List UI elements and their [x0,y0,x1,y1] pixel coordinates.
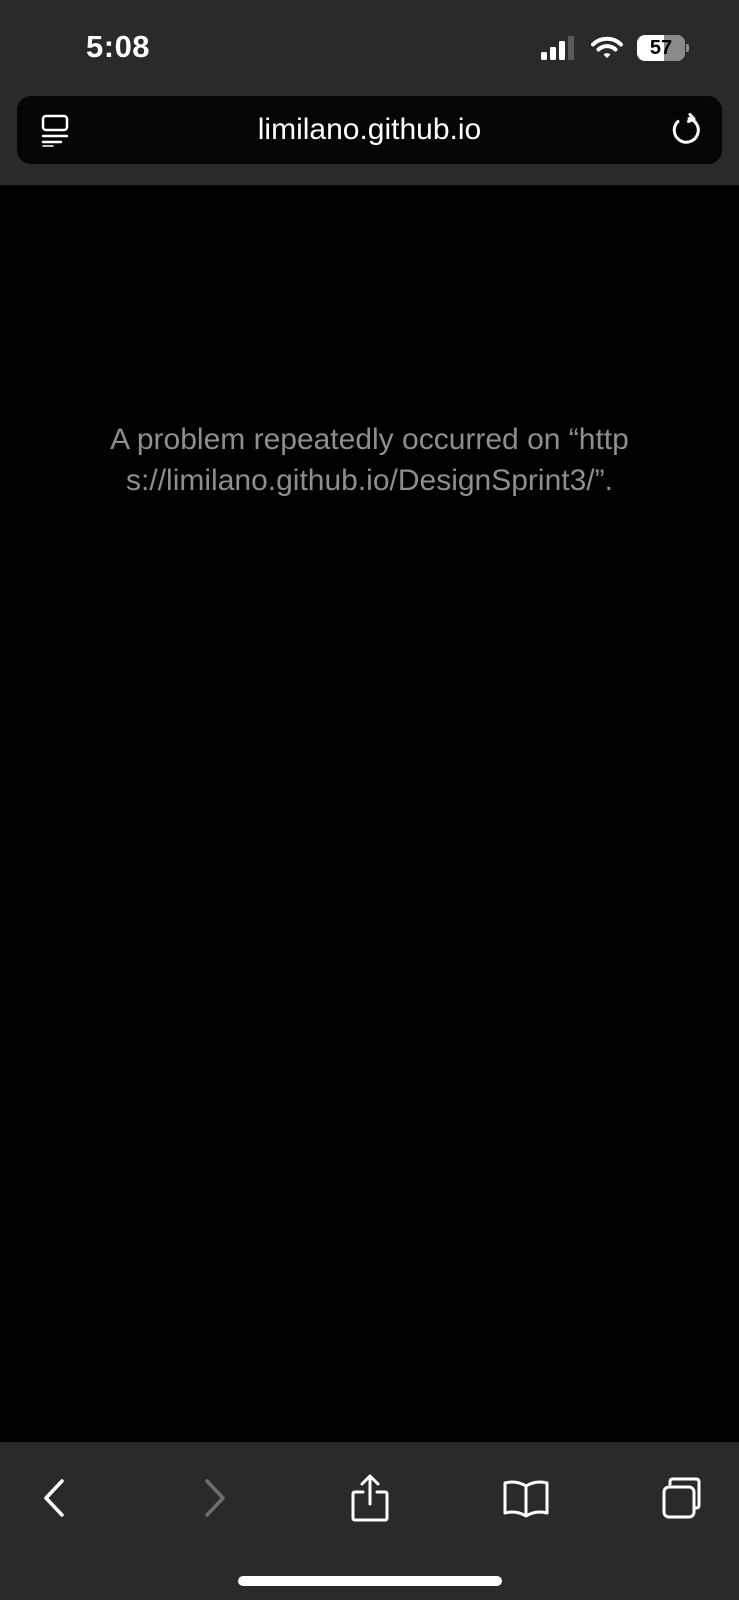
top-chrome: 5:08 57 limilano.github.io [0,0,739,185]
bookmarks-icon [502,1478,550,1518]
tabs-icon [660,1476,704,1520]
url-text[interactable]: limilano.github.io [97,96,642,164]
reload-icon[interactable] [668,112,704,148]
battery-cap [686,44,689,52]
bookmarks-button[interactable] [498,1470,554,1526]
tabs-button[interactable] [654,1470,710,1526]
status-bar: 5:08 57 [0,0,739,92]
bottom-toolbar [0,1442,739,1600]
address-bar[interactable]: limilano.github.io [17,96,722,164]
battery-level: 57 [649,37,673,59]
forward-button[interactable] [186,1470,242,1526]
cellular-signal-icon [541,36,577,60]
page-menu-icon[interactable] [39,113,73,147]
share-icon [350,1474,390,1522]
back-button[interactable] [27,1470,83,1526]
forward-icon [199,1478,229,1518]
status-time: 5:08 [86,29,151,64]
status-indicators: 57 [541,34,689,62]
home-indicator[interactable] [238,1576,502,1586]
error-message: A problem repeatedly occurred on “https:… [110,423,629,497]
battery-icon: 57 [637,35,689,61]
back-icon [40,1478,70,1518]
page-content: A problem repeatedly occurred on “https:… [0,185,739,1442]
wifi-icon [591,36,623,60]
share-button[interactable] [342,1470,398,1526]
